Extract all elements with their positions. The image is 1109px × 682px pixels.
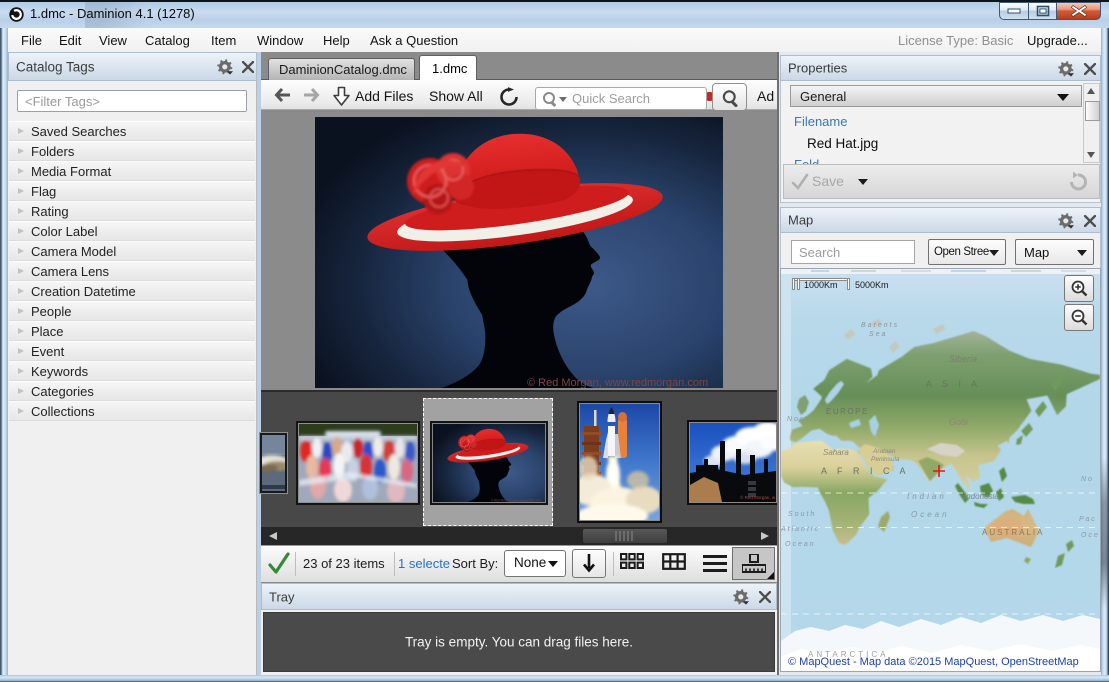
svg-text:N o: N o xyxy=(1081,476,1092,483)
svg-text:© MapQuest - Map data ©2015 Ma: © MapQuest - Map data ©2015 MapQuest, Op… xyxy=(788,656,1079,668)
svg-text:Sea: Sea xyxy=(869,331,887,338)
svg-text:Gobi: Gobi xyxy=(949,417,969,427)
svg-text:EUROPE: EUROPE xyxy=(826,407,869,416)
svg-text:A S I A: A S I A xyxy=(926,379,981,389)
svg-text:A F R I C A: A F R I C A xyxy=(821,466,910,476)
svg-text:Siberia: Siberia xyxy=(949,354,977,364)
svg-text:Sahara: Sahara xyxy=(823,448,849,457)
svg-text:South: South xyxy=(788,511,816,518)
svg-text:Atlantic: Atlantic xyxy=(781,526,820,533)
svg-text:North: North xyxy=(787,416,814,423)
svg-text:Arabian: Arabian xyxy=(872,448,896,455)
svg-text:Peninsula: Peninsula xyxy=(871,456,900,463)
svg-text:© Red Morgan, www.redmorgan.co: © Red Morgan, www.redmorgan.com xyxy=(527,377,708,388)
svg-text:Indonesia: Indonesia xyxy=(964,492,999,501)
svg-text:Barents: Barents xyxy=(861,322,899,329)
svg-text:AUSTRALIA: AUSTRALIA xyxy=(982,528,1044,537)
svg-text:© Red Morgan, w: © Red Morgan, w xyxy=(740,494,776,500)
svg-text:Ocean: Ocean xyxy=(911,510,950,519)
svg-text:P a c: P a c xyxy=(1079,516,1095,523)
svg-text:O c e: O c e xyxy=(1081,532,1098,539)
svg-text:Ocean: Ocean xyxy=(785,541,816,548)
svg-text:Indian: Indian xyxy=(907,492,947,501)
